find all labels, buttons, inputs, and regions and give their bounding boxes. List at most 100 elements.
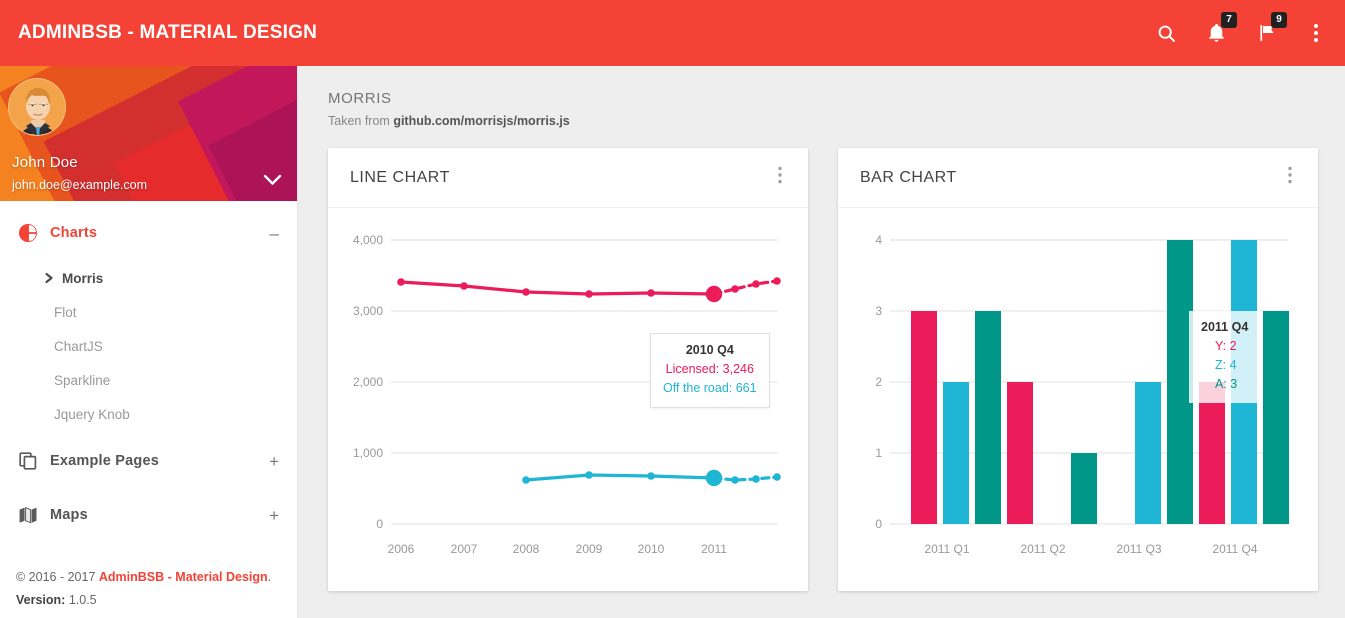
- user-name: John Doe: [12, 154, 78, 171]
- bar-y: [1199, 382, 1225, 524]
- y-tick-label: 2,000: [353, 375, 383, 389]
- sidebar-item-maps[interactable]: Maps +: [0, 493, 297, 537]
- bar-y: [911, 311, 937, 524]
- bar-chart-tooltip: 2011 Q4 Y: 2 Z: 4 A: 3: [1189, 311, 1263, 403]
- line-series-licensed: [397, 277, 781, 303]
- copyright-link[interactable]: AdminBSB - Material Design: [99, 570, 268, 584]
- x-tick-label: 2006: [388, 542, 415, 556]
- line-chart-x-ticks: 2006 2007 2008 2009 2010 2011: [388, 542, 728, 556]
- card-title: Bar Chart: [860, 168, 957, 186]
- y-tick-label: 3,000: [353, 304, 383, 318]
- y-tick-label: 0: [875, 517, 882, 531]
- x-tick-label: 2011 Q4: [1212, 542, 1257, 556]
- line-series-off-the-road: [522, 469, 781, 487]
- sidebar-item-label: Example Pages: [50, 453, 159, 469]
- page-title: MORRIS: [328, 90, 392, 107]
- bar-group-2011-q1: [911, 311, 1001, 524]
- sidebar-item-label: Maps: [50, 507, 88, 523]
- map-icon: [16, 503, 40, 527]
- x-tick-label: 2008: [513, 542, 540, 556]
- version-value: 1.0.5: [68, 593, 97, 607]
- sidebar-item-charts[interactable]: Charts –: [0, 211, 297, 255]
- x-tick-label: 2011 Q1: [924, 542, 969, 556]
- y-tick-label: 0: [376, 517, 383, 531]
- sidebar-submenu-charts: Morris Flot ChartJS Sparkline Jquery Kno…: [0, 255, 297, 433]
- sidebar-item-chartjs[interactable]: ChartJS: [0, 329, 297, 363]
- sidebar-item-jquery-knob[interactable]: Jquery Knob: [0, 397, 297, 431]
- tooltip-row: Y: 2: [1215, 339, 1237, 353]
- sidebar-item-example-pages[interactable]: Example Pages +: [0, 439, 297, 483]
- bar-chart-y-ticks: 4 3 2 1 0: [875, 233, 882, 531]
- cards-row: Line Chart: [328, 148, 1318, 591]
- bar-chart-body: 4 3 2 1 0 2011 Q1 2011 Q2 2011 Q3 2011 Q…: [838, 208, 1318, 591]
- sidebar-subitem-label: ChartJS: [54, 338, 103, 354]
- sidebar-item-label: Charts: [50, 225, 98, 241]
- sidebar-subitem-label: Flot: [54, 304, 77, 320]
- sidebar-charts-collapse-toggle[interactable]: –: [270, 225, 279, 242]
- more-vert-icon: [778, 166, 782, 188]
- bar-chart-card: Bar Chart: [838, 148, 1318, 591]
- bar-a: [1071, 453, 1097, 524]
- user-email: john.doe@example.com: [12, 178, 147, 192]
- bar-y: [1007, 382, 1033, 524]
- sidebar-item-flot[interactable]: Flot: [0, 295, 297, 329]
- notifications-badge: 7: [1221, 12, 1237, 28]
- user-menu-toggle[interactable]: [263, 173, 282, 191]
- copyright-prefix: © 2016 - 2017: [16, 570, 99, 584]
- bar-chart-x-ticks: 2011 Q1 2011 Q2 2011 Q3 2011 Q4: [924, 542, 1257, 556]
- notifications-button[interactable]: 7: [1201, 12, 1237, 50]
- pie-chart-icon: [16, 221, 40, 245]
- page-subtitle: Taken from github.com/morrisjs/morris.js: [328, 114, 1317, 128]
- more-vert-icon: [1313, 22, 1319, 44]
- app-brand-title: AdminBSB - Material Design: [18, 22, 317, 43]
- avatar[interactable]: [8, 78, 66, 136]
- sidebar-footer: © 2016 - 2017 AdminBSB - Material Design…: [0, 566, 297, 612]
- sidebar-maps-expand-toggle[interactable]: +: [269, 507, 279, 524]
- tooltip-row: A: 3: [1215, 377, 1238, 391]
- sidebar-menu: Charts – Morris Flot ChartJS Sparkline J…: [0, 201, 297, 537]
- bar-chart-card-menu-button[interactable]: [1284, 162, 1296, 193]
- chevron-down-icon: [263, 173, 282, 190]
- tasks-button[interactable]: 9: [1251, 12, 1287, 50]
- sidebar-item-morris[interactable]: Morris: [0, 261, 297, 295]
- search-button[interactable]: [1151, 16, 1181, 50]
- x-tick-label: 2007: [451, 542, 478, 556]
- top-navbar: AdminBSB - Material Design 7 9: [0, 0, 1345, 66]
- y-tick-label: 1,000: [353, 446, 383, 460]
- bar-a: [1263, 311, 1289, 524]
- copyright-line: © 2016 - 2017 AdminBSB - Material Design…: [16, 566, 282, 589]
- user-info-panel: John Doe john.doe@example.com: [0, 66, 297, 201]
- copy-icon: [16, 449, 40, 473]
- more-vert-icon: [1288, 166, 1292, 188]
- tooltip-title: 2011 Q4: [1201, 320, 1249, 334]
- page-subtitle-link[interactable]: github.com/morrisjs/morris.js: [393, 114, 569, 128]
- version-label: Version:: [16, 593, 66, 607]
- sidebar: John Doe john.doe@example.com Charts – M…: [0, 66, 298, 618]
- x-tick-label: 2011 Q3: [1116, 542, 1161, 556]
- y-tick-label: 3: [875, 304, 882, 318]
- line-chart-card-header: Line Chart: [328, 148, 808, 208]
- topbar-more-button[interactable]: [1301, 16, 1331, 50]
- y-tick-label: 4,000: [353, 233, 383, 247]
- tooltip-row: Licensed: 3,246: [665, 362, 754, 376]
- sidebar-item-sparkline[interactable]: Sparkline: [0, 363, 297, 397]
- x-tick-label: 2011: [701, 542, 727, 556]
- page-subtitle-prefix: Taken from: [328, 114, 394, 128]
- line-chart-card-menu-button[interactable]: [774, 162, 786, 193]
- topbar-actions: 7 9: [1151, 12, 1331, 50]
- bar-z: [1135, 382, 1161, 524]
- line-chart-y-ticks: 4,000 3,000 2,000 1,000 0: [353, 233, 383, 531]
- tooltip-title: 2010 Q4: [685, 343, 734, 357]
- line-chart-tooltip: 2010 Q4 Licensed: 3,246 Off the road: 66…: [650, 333, 770, 408]
- sidebar-example-pages-expand-toggle[interactable]: +: [269, 453, 279, 470]
- tooltip-row: Off the road: 661: [663, 381, 757, 395]
- search-icon: [1156, 23, 1177, 44]
- x-tick-label: 2009: [576, 542, 603, 556]
- x-tick-label: 2011 Q2: [1020, 542, 1065, 556]
- tasks-badge: 9: [1271, 12, 1287, 28]
- card-title: Line Chart: [350, 168, 450, 186]
- avatar-image: [9, 79, 65, 135]
- chevron-right-icon: [44, 272, 55, 284]
- line-chart-card: Line Chart: [328, 148, 808, 591]
- line-chart-body: 4,000 3,000 2,000 1,000 0 2006 2007 2008…: [328, 208, 808, 591]
